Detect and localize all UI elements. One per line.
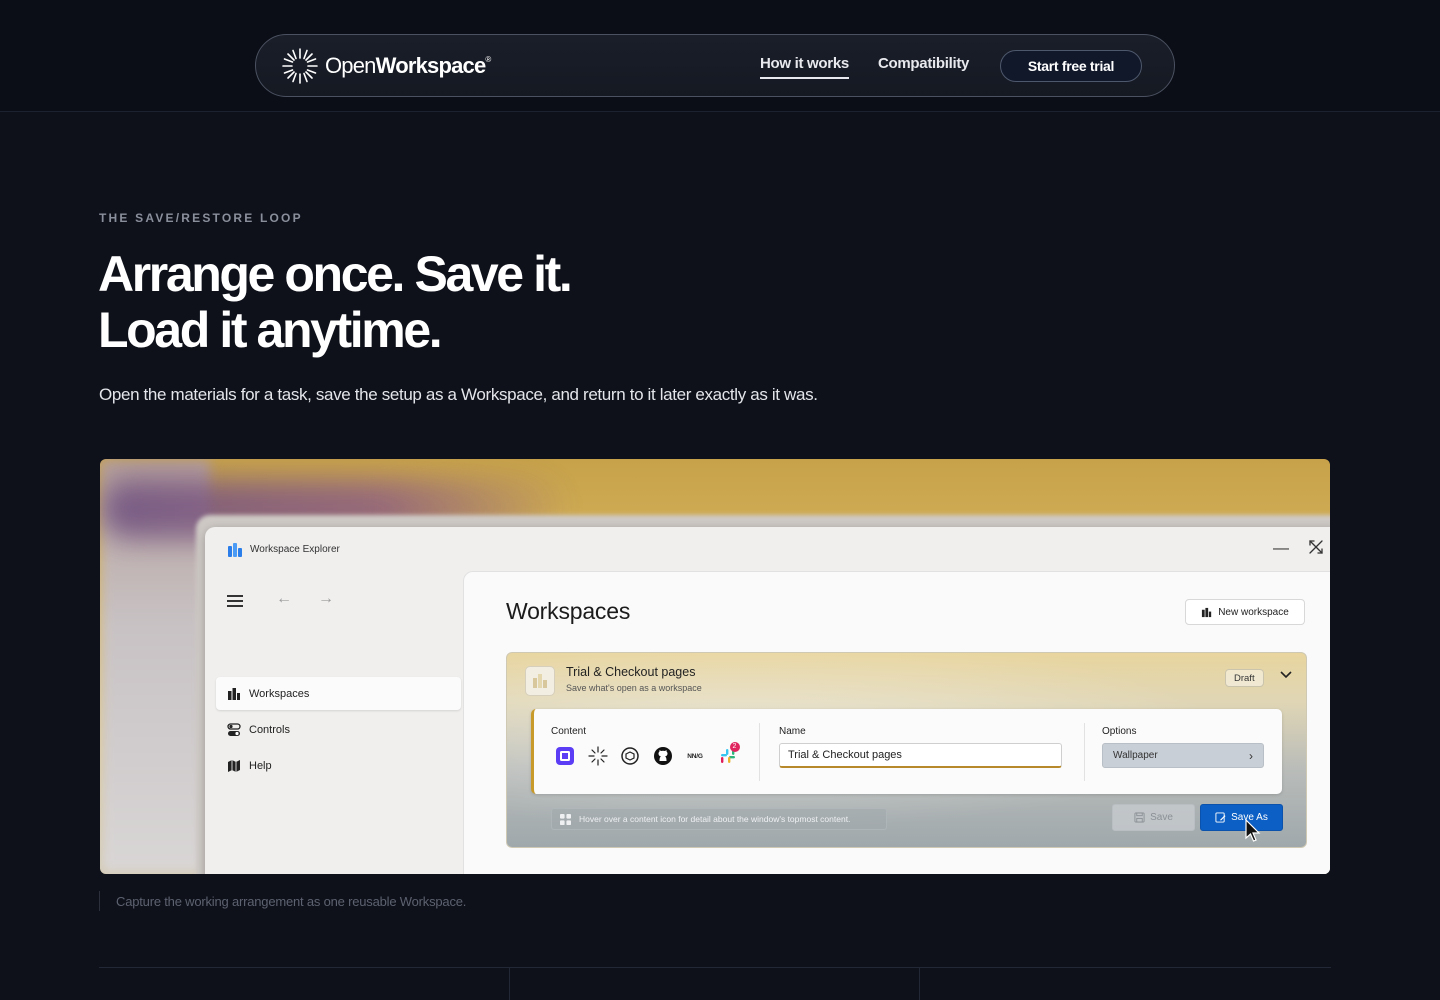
sidebar-item-help[interactable]: Help — [216, 749, 461, 782]
chevron-right-icon: › — [1249, 749, 1253, 763]
save-button[interactable]: Save — [1112, 804, 1195, 831]
sidebar-item-workspaces[interactable]: Workspaces — [216, 677, 461, 710]
chevron-down-icon[interactable] — [1279, 667, 1293, 681]
workspace-app-icon — [228, 543, 242, 557]
start-free-trial-button[interactable]: Start free trial — [1000, 50, 1142, 82]
hint-bar: Hover over a content icon for detail abo… — [551, 808, 887, 830]
hamburger-menu-icon[interactable] — [227, 595, 243, 607]
workspace-card-title: Trial & Checkout pages — [566, 665, 696, 679]
workspaces-icon — [226, 686, 241, 701]
slack-icon[interactable]: 2 — [718, 742, 740, 766]
forward-arrow-icon[interactable]: → — [318, 590, 334, 608]
mouse-pointer-icon — [1245, 819, 1261, 842]
notification-badge: 2 — [729, 742, 740, 752]
sidebar-item-label: Workspaces — [249, 687, 310, 700]
hero-headline: Arrange once. Save it. Load it anytime. — [98, 246, 573, 358]
hero-lead: Open the materials for a task, save the … — [99, 385, 818, 404]
content-icons: NN/G 2 — [555, 742, 750, 766]
nav-link-compatibility[interactable]: Compatibility — [878, 55, 969, 72]
logo-wordmark: OpenWorkspace® — [325, 53, 491, 78]
save-as-icon — [1215, 812, 1226, 823]
divider — [759, 723, 760, 781]
github-icon[interactable] — [653, 746, 673, 766]
workspace-card-icon — [525, 666, 555, 696]
page-title: Workspaces — [506, 598, 631, 624]
window-title: Workspace Explorer — [250, 544, 340, 555]
options-label: Options — [1102, 726, 1137, 737]
name-label: Name — [779, 726, 806, 737]
status-badge: Draft — [1225, 669, 1264, 687]
sidebar-item-controls[interactable]: Controls — [216, 713, 461, 746]
workspace-name-input[interactable] — [779, 743, 1062, 768]
toggle-controls-icon — [226, 722, 241, 737]
nav-pill: OpenWorkspace® How it works Compatibilit… — [255, 34, 1175, 97]
content-label: Content — [551, 726, 587, 737]
wallpaper-option[interactable]: Wallpaper › — [1102, 743, 1264, 768]
main-pane: Workspaces New workspace Trial & Checkou… — [463, 571, 1330, 874]
column-divider — [509, 968, 510, 1000]
sidebar-item-label: Help — [249, 759, 272, 772]
workspace-explorer-window: Workspace Explorer — ← → Workspaces Cont… — [205, 527, 1330, 874]
column-divider — [919, 968, 920, 1000]
workspace-card-subtitle: Save what's open as a workspace — [566, 683, 702, 693]
openai-icon[interactable] — [620, 746, 640, 766]
workspaces-icon — [1202, 607, 1212, 617]
minimize-icon[interactable]: — — [1273, 540, 1289, 558]
sidebar-item-label: Controls — [249, 723, 290, 736]
new-workspace-button[interactable]: New workspace — [1185, 599, 1305, 625]
save-icon — [1134, 812, 1145, 823]
logo[interactable]: OpenWorkspace® — [280, 46, 491, 86]
note-app-icon[interactable] — [555, 746, 575, 766]
workspace-card: Trial & Checkout pages Save what's open … — [506, 652, 1307, 848]
divider — [1084, 723, 1085, 781]
openworkspace-icon[interactable] — [587, 746, 608, 766]
nngroup-icon[interactable]: NN/G — [685, 746, 705, 766]
screenshot-caption: Capture the working arrangement as one r… — [116, 894, 467, 909]
grid-icon — [560, 813, 571, 825]
back-arrow-icon[interactable]: ← — [276, 590, 292, 608]
map-icon — [226, 758, 241, 773]
move-cursor-icon[interactable] — [1308, 539, 1324, 555]
section-divider — [99, 967, 1331, 968]
logo-burst-icon — [282, 48, 318, 84]
demo-screenshot: Workspace Explorer — ← → Workspaces Cont… — [100, 459, 1330, 874]
workspace-editor-panel: Content NN/G 2 Name Trial & Checkout pag… — [531, 709, 1282, 794]
section-eyebrow: THE SAVE/RESTORE LOOP — [99, 211, 303, 225]
top-navigation: OpenWorkspace® How it works Compatibilit… — [0, 0, 1440, 112]
caption-rule — [99, 891, 100, 911]
save-as-button[interactable]: Save As — [1200, 804, 1283, 831]
nav-link-how-it-works[interactable]: How it works — [760, 55, 849, 79]
